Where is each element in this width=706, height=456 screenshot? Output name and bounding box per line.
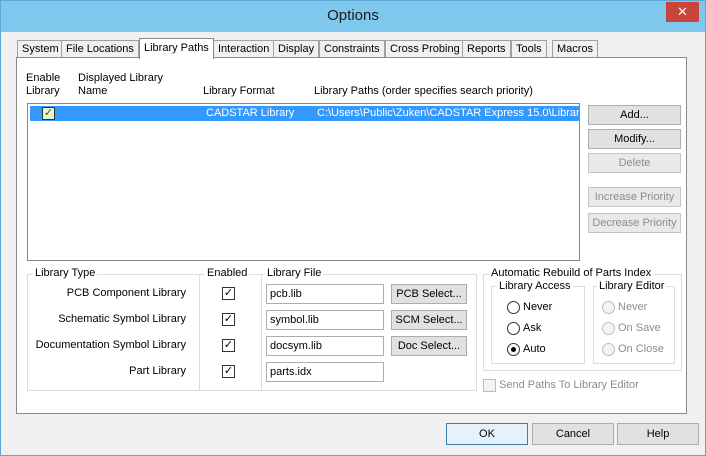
list-item[interactable]: ✓ CADSTAR Library C:\Users\Public\Zuken\…	[30, 106, 579, 121]
send-paths-checkbox[interactable]	[483, 379, 496, 392]
access-ask-radio[interactable]	[507, 322, 520, 335]
library-file-header: Library File	[265, 267, 324, 279]
library-type-label: Documentation Symbol Library	[35, 339, 186, 351]
tab-cross-probing[interactable]: Cross Probing	[385, 40, 465, 58]
access-auto-radio[interactable]	[507, 343, 520, 356]
tab-constraints[interactable]: Constraints	[319, 40, 385, 58]
cancel-button[interactable]: Cancel	[532, 423, 614, 445]
library-path-cell: C:\Users\Public\Zuken\CADSTAR Express 15…	[317, 107, 579, 119]
library-paths-list[interactable]: ✓ CADSTAR Library C:\Users\Public\Zuken\…	[27, 103, 580, 261]
access-ask-label: Ask	[523, 322, 542, 334]
access-never-label: Never	[523, 301, 553, 313]
tab-display[interactable]: Display	[273, 40, 320, 58]
editor-on-save-radio[interactable]	[602, 322, 615, 335]
doc-enabled-checkbox[interactable]: ✓	[222, 339, 235, 352]
library-type-label: PCB Component Library	[66, 287, 186, 299]
tab-system[interactable]: System	[17, 40, 64, 58]
decrease-priority-button[interactable]: Decrease Priority	[588, 213, 681, 233]
delete-button[interactable]: Delete	[588, 153, 681, 173]
close-icon: ✕	[677, 4, 688, 19]
library-type-label: Part Library	[129, 365, 186, 377]
part-library-file-input[interactable]: parts.idx	[266, 362, 384, 382]
window-title: Options	[327, 7, 379, 24]
send-paths-label: Send Paths To Library Editor	[499, 379, 639, 391]
tab-reports[interactable]: Reports	[462, 40, 511, 58]
pcb-enabled-checkbox[interactable]: ✓	[222, 287, 235, 300]
add-button[interactable]: Add...	[588, 105, 681, 125]
part-enabled-checkbox[interactable]: ✓	[222, 365, 235, 378]
library-access-title: Library Access	[497, 280, 573, 292]
enable-library-checkbox[interactable]: ✓	[42, 107, 55, 120]
close-button[interactable]: ✕	[666, 2, 699, 22]
scm-select-button[interactable]: SCM Select...	[391, 310, 467, 330]
column-divider	[261, 275, 262, 390]
tab-interaction[interactable]: Interaction	[213, 40, 275, 58]
tab-file-locations[interactable]: File Locations	[61, 40, 139, 58]
column-divider	[199, 275, 200, 390]
pcb-library-file-input[interactable]: pcb.lib	[266, 284, 384, 304]
dialog-client: System File Locations Library Paths Inte…	[7, 32, 699, 451]
library-paths-panel: Enable Library Displayed Library Name Li…	[16, 57, 687, 414]
help-button[interactable]: Help	[617, 423, 699, 445]
library-type-label: Schematic Symbol Library	[58, 313, 186, 325]
tab-library-paths[interactable]: Library Paths	[139, 38, 214, 59]
doc-select-button[interactable]: Doc Select...	[391, 336, 467, 356]
increase-priority-button[interactable]: Increase Priority	[588, 187, 681, 207]
options-dialog: Options ✕ System File Locations Library …	[0, 0, 706, 456]
title-bar: Options ✕	[1, 1, 705, 32]
tab-macros[interactable]: Macros	[552, 40, 599, 58]
header-format: Library Format	[203, 85, 275, 97]
rebuild-group-title: Automatic Rebuild of Parts Index	[489, 267, 654, 279]
access-never-radio[interactable]	[507, 301, 520, 314]
library-type-header: Library Type	[33, 267, 98, 279]
library-format-cell: CADSTAR Library	[206, 107, 295, 119]
ok-button[interactable]: OK	[446, 423, 528, 445]
tab-tools[interactable]: Tools	[511, 40, 547, 58]
editor-on-save-label: On Save	[618, 322, 661, 334]
doc-library-file-input[interactable]: docsym.lib	[266, 336, 384, 356]
header-paths: Library Paths (order specifies search pr…	[314, 85, 533, 97]
editor-never-radio[interactable]	[602, 301, 615, 314]
modify-button[interactable]: Modify...	[588, 129, 681, 149]
pcb-select-button[interactable]: PCB Select...	[391, 284, 467, 304]
library-editor-title: Library Editor	[597, 280, 667, 292]
header-name: Displayed Library Name	[78, 72, 163, 97]
editor-never-label: Never	[618, 301, 648, 313]
scm-library-file-input[interactable]: symbol.lib	[266, 310, 384, 330]
header-enable: Enable Library	[26, 72, 61, 97]
scm-enabled-checkbox[interactable]: ✓	[222, 313, 235, 326]
editor-on-close-label: On Close	[618, 343, 664, 355]
enabled-header: Enabled	[205, 267, 250, 279]
editor-on-close-radio[interactable]	[602, 343, 615, 356]
access-auto-label: Auto	[523, 343, 546, 355]
